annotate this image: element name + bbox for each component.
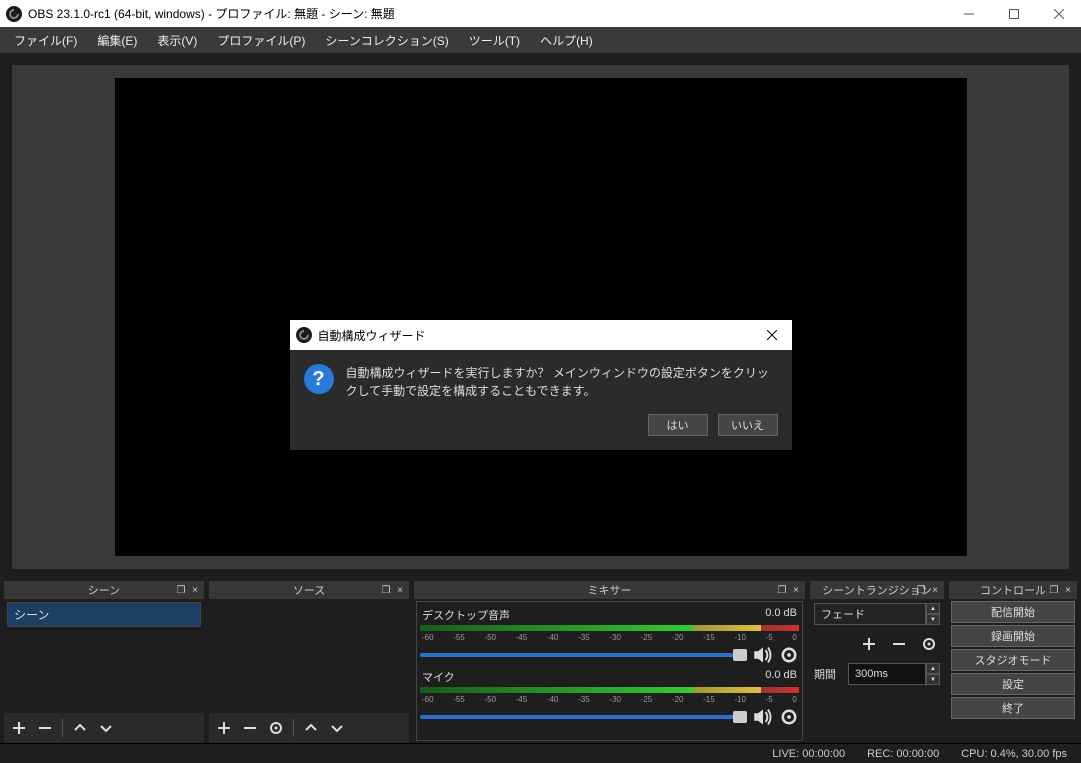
dialog-no-button[interactable]: いいえ (718, 414, 778, 436)
auto-config-wizard-dialog: 自動構成ウィザード ? 自動構成ウィザードを実行しますか？ メインウィンドウの設… (290, 320, 792, 450)
obs-logo-icon (296, 327, 312, 343)
dialog-close-button[interactable] (752, 330, 792, 340)
dialog-message: 自動構成ウィザードを実行しますか？ メインウィンドウの設定ボタンをクリックして手… (346, 364, 778, 400)
dialog-title: 自動構成ウィザード (318, 327, 752, 344)
dialog-yes-button[interactable]: はい (648, 414, 708, 436)
question-icon: ? (304, 364, 334, 394)
